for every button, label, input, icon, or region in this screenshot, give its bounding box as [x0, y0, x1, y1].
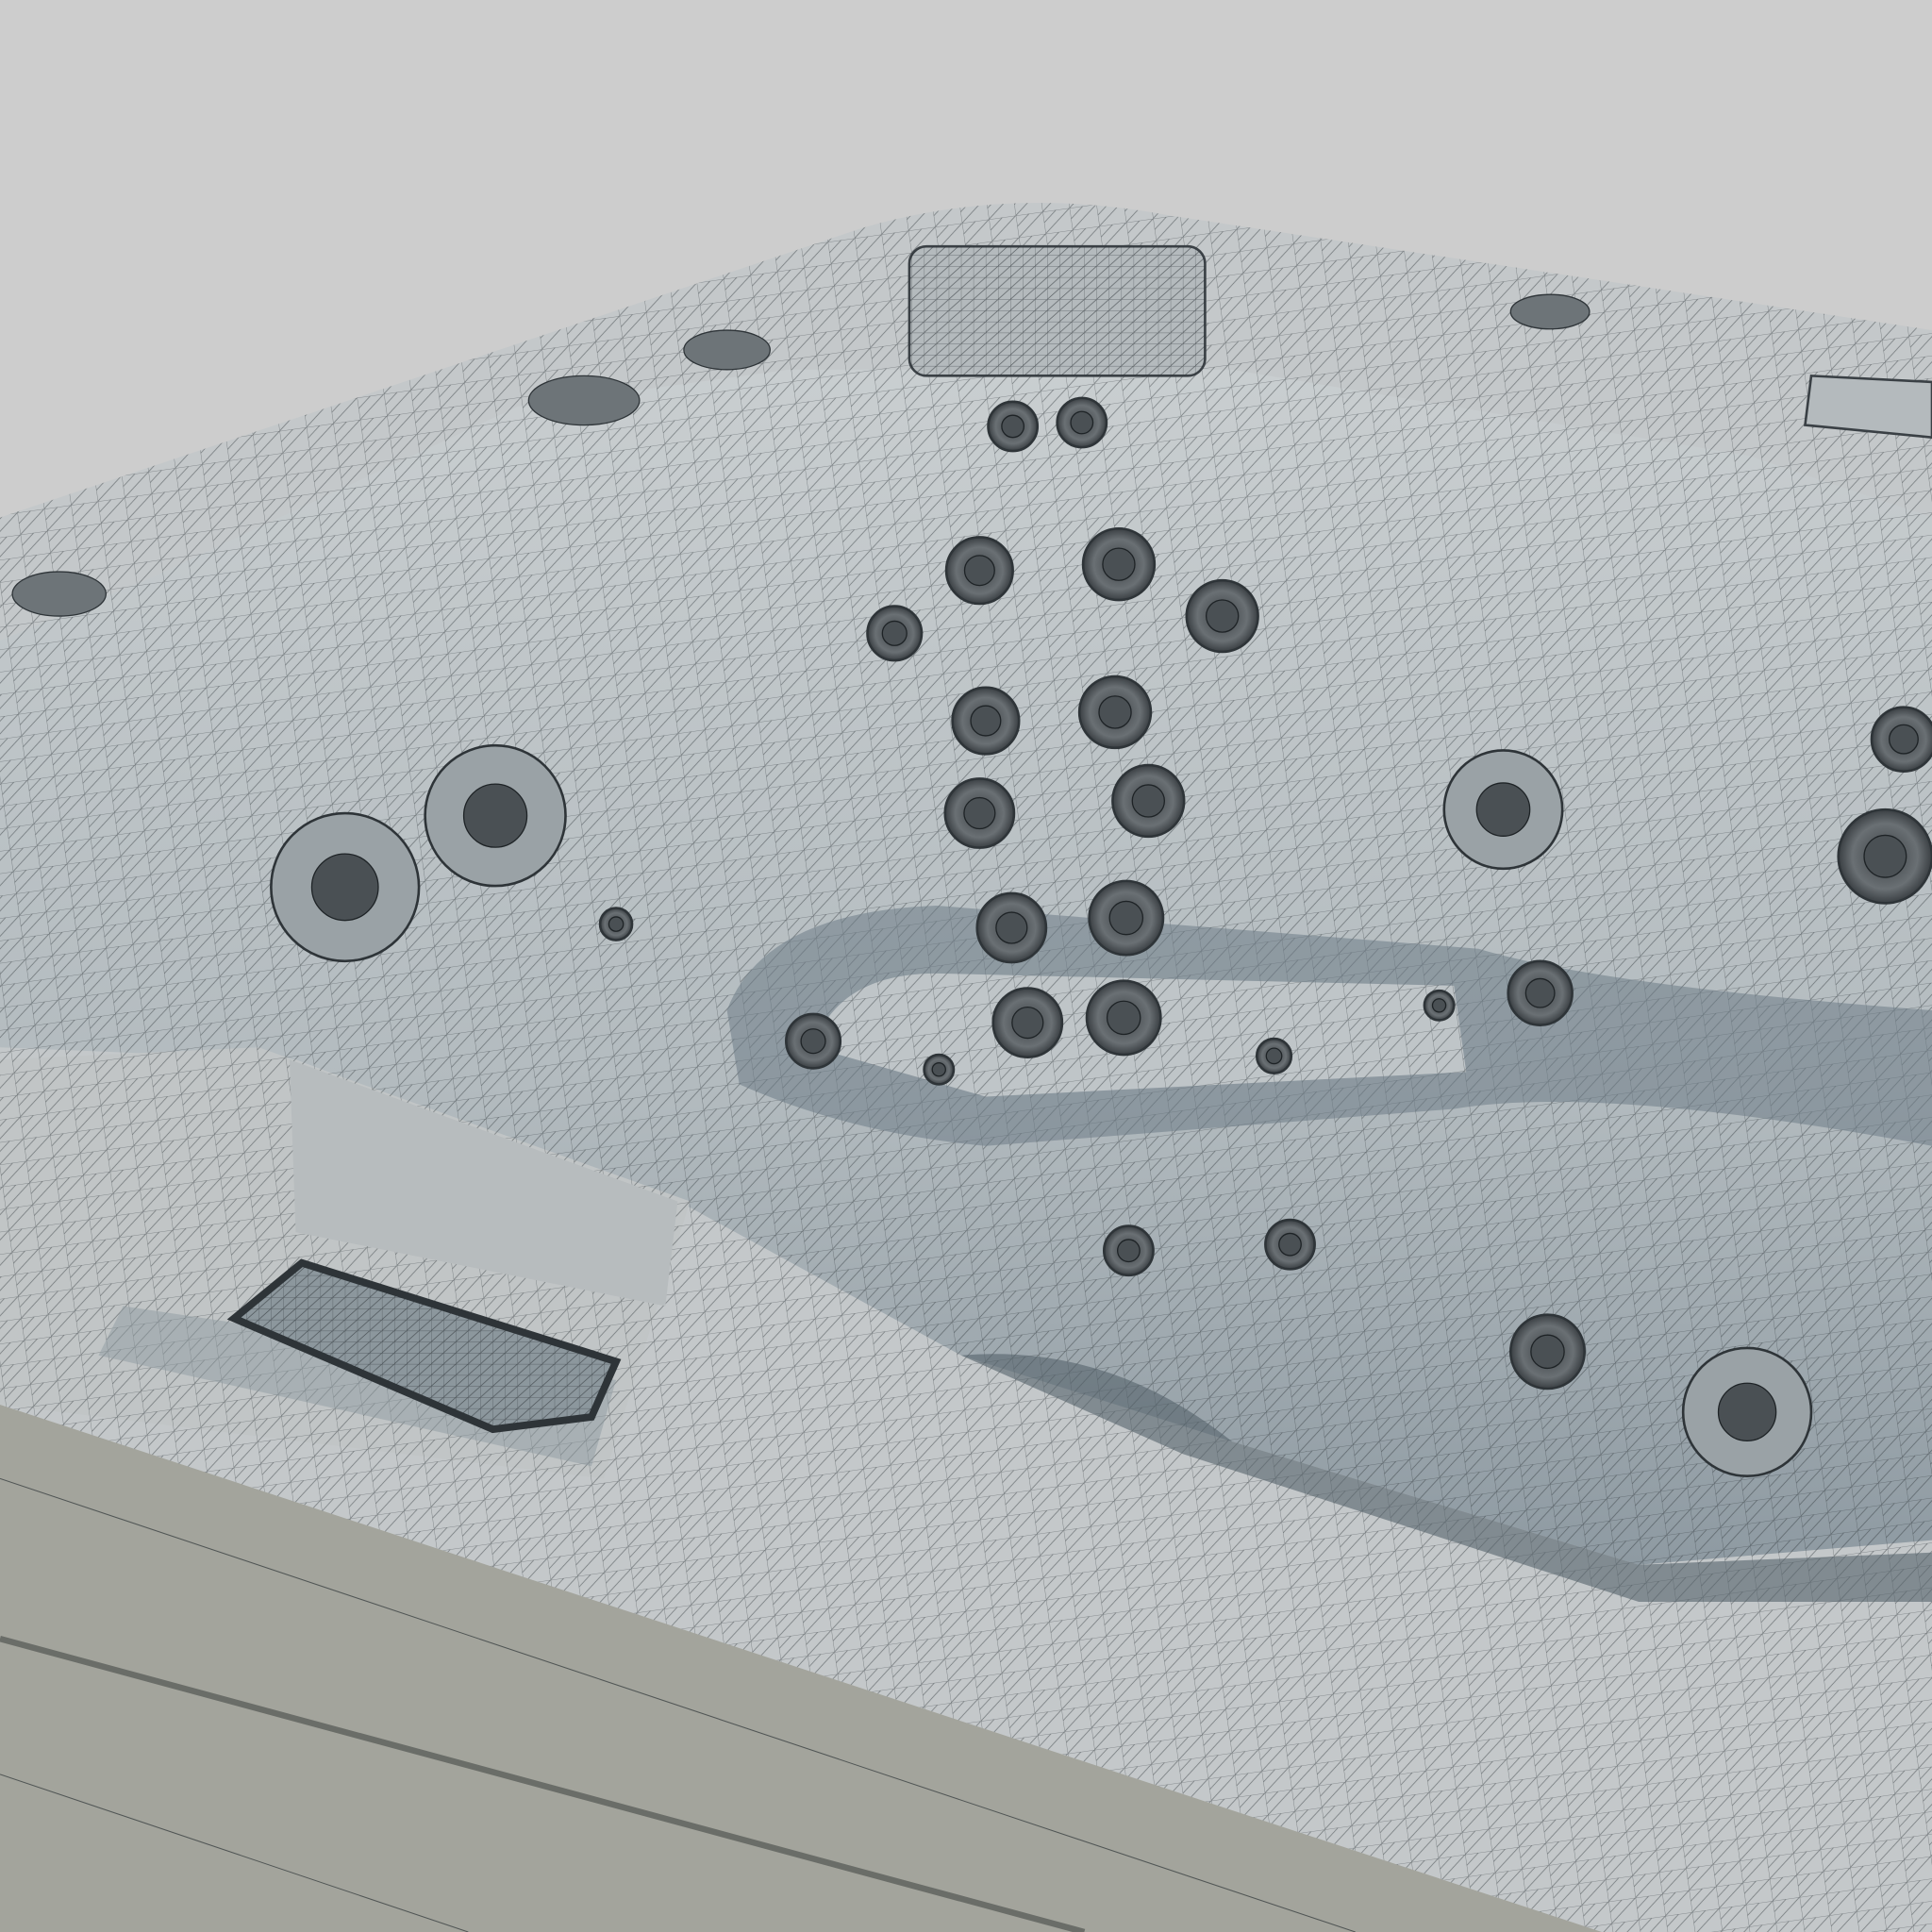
rim-cap	[11, 571, 107, 617]
jet-nozzle	[995, 911, 1028, 944]
jet-nozzle	[1001, 414, 1025, 439]
jet-nozzle	[1475, 782, 1531, 837]
headrest-right	[1804, 375, 1932, 439]
rim-cap	[1509, 293, 1591, 330]
jet-nozzle	[963, 555, 995, 587]
jet-nozzle	[1102, 547, 1136, 581]
jet-nozzle	[1278, 1232, 1302, 1257]
jet-nozzle	[1530, 1334, 1565, 1370]
jet-nozzle	[1265, 1047, 1283, 1065]
jet-nozzle	[1717, 1382, 1777, 1442]
jet-nozzle	[1108, 900, 1144, 936]
jet-nozzle	[1117, 1239, 1141, 1263]
jet-nozzle	[1431, 998, 1447, 1013]
jet-nozzle	[1889, 724, 1919, 755]
jet-nozzle	[1106, 1000, 1141, 1036]
jet-nozzle	[970, 705, 1002, 737]
jet-nozzle	[931, 1062, 946, 1077]
jet-nozzle	[462, 783, 528, 848]
rim-cap	[683, 329, 771, 371]
jet-nozzle	[881, 620, 908, 646]
hot-tub-wireframe-render	[0, 0, 1932, 1932]
jet-nozzle	[1070, 410, 1094, 435]
jet-nozzle	[1011, 1006, 1044, 1040]
rim-cap	[527, 375, 641, 426]
jet-nozzle	[1863, 834, 1907, 878]
jet-nozzle	[310, 853, 379, 922]
jet-nozzle	[800, 1028, 826, 1055]
jet-nozzle	[963, 796, 996, 830]
jet-nozzle	[1098, 695, 1132, 729]
jet-nozzle	[1524, 977, 1556, 1008]
jet-nozzle	[1131, 784, 1166, 818]
jet-nozzle	[1205, 599, 1240, 633]
jet-nozzle	[608, 916, 625, 932]
